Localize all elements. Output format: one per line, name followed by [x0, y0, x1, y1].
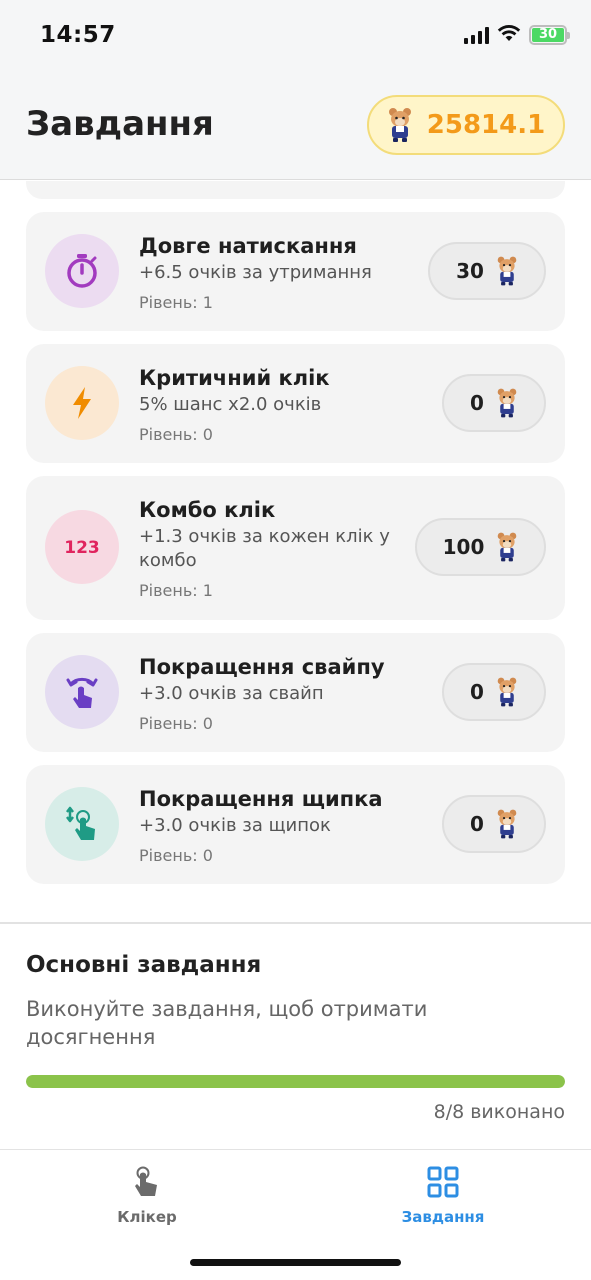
- upgrade-title: Покращення свайпу: [139, 655, 385, 679]
- stopwatch-icon: [45, 234, 119, 308]
- battery-level: 30: [538, 27, 558, 42]
- status-icons: 30: [464, 24, 570, 46]
- upgrade-description: +3.0 очків за свайп: [139, 683, 324, 704]
- status-time: 14:57: [40, 22, 116, 48]
- nav-tab-tasks[interactable]: Завдання: [373, 1166, 513, 1226]
- nav-label-tasks: Завдання: [401, 1208, 485, 1226]
- numbers-123-icon: 123: [45, 510, 119, 584]
- upgrade-title: Довге натискання: [139, 234, 357, 258]
- svg-text:123: 123: [64, 538, 100, 558]
- swipe-gesture-icon: [45, 655, 119, 729]
- hamster-coin-icon: [496, 386, 518, 420]
- wifi-icon: [497, 24, 521, 46]
- upgrade-level: Рівень: 0: [139, 714, 213, 733]
- battery-icon: 30: [529, 25, 570, 45]
- upgrade-cost: 100: [442, 535, 485, 559]
- upgrade-description: +3.0 очків за щипок: [139, 815, 331, 836]
- pinch-gesture-icon: [45, 787, 119, 861]
- upgrade-card-critical-click: Критичний клік 5% шанс x2.0 очків Рівень…: [26, 344, 565, 463]
- hamster-coin-icon: [387, 107, 413, 143]
- upgrade-level: Рівень: 1: [139, 293, 213, 312]
- nav-tab-clicker[interactable]: Клікер: [77, 1166, 217, 1226]
- upgrade-cost: 0: [470, 391, 484, 415]
- upgrade-title: Покращення щипка: [139, 787, 383, 811]
- hamster-coin-icon: [496, 254, 518, 288]
- hamster-coin-icon: [496, 675, 518, 709]
- hamster-coin-icon: [496, 530, 518, 564]
- upgrade-level: Рівень: 0: [139, 425, 213, 444]
- buy-upgrade-button[interactable]: 100: [415, 518, 546, 576]
- upgrade-description: +1.3 очків за кожен клік у комбо: [139, 526, 390, 571]
- upgrade-card-swipe: Покращення свайпу +3.0 очків за свайп Рі…: [26, 633, 565, 752]
- main-tasks-progress-fill: [26, 1075, 565, 1088]
- section-divider: [0, 922, 591, 924]
- grid-icon: [427, 1166, 459, 1202]
- main-tasks-description: Виконуйте завдання, щоб отримати досягне…: [26, 997, 428, 1049]
- buy-upgrade-button[interactable]: 0: [442, 663, 546, 721]
- balance-value: 25814.1: [426, 110, 546, 140]
- upgrade-cost: 30: [456, 259, 484, 283]
- main-tasks-progress-text: 8/8 виконано: [433, 1101, 565, 1123]
- upgrade-title: Критичний клік: [139, 366, 330, 390]
- hamster-coin-icon: [496, 807, 518, 841]
- upgrade-description: 5% шанс x2.0 очків: [139, 394, 322, 415]
- main-tasks-progress-bar: [26, 1075, 565, 1088]
- home-indicator[interactable]: [190, 1259, 401, 1266]
- buy-upgrade-button[interactable]: 0: [442, 795, 546, 853]
- previous-card-edge: [26, 181, 565, 199]
- balance-badge: 25814.1: [367, 95, 565, 155]
- upgrade-cost: 0: [470, 812, 484, 836]
- upgrade-description: +6.5 очків за утримання: [139, 262, 372, 283]
- main-tasks-title: Основні завдання: [26, 952, 262, 978]
- buy-upgrade-button[interactable]: 30: [428, 242, 546, 300]
- nav-label-clicker: Клікер: [117, 1208, 177, 1226]
- upgrade-level: Рівень: 0: [139, 846, 213, 865]
- upgrade-card-long-press: Довге натискання +6.5 очків за утримання…: [26, 212, 565, 331]
- top-header: 14:57 30 Завдання 25814.1: [0, 0, 591, 180]
- upgrade-level: Рівень: 1: [139, 581, 213, 600]
- upgrade-card-pinch: Покращення щипка +3.0 очків за щипок Рів…: [26, 765, 565, 884]
- upgrade-cost: 0: [470, 680, 484, 704]
- tap-hand-icon: [133, 1166, 161, 1202]
- upgrade-card-combo-click: 123 Комбо клік +1.3 очків за кожен клік …: [26, 476, 565, 620]
- upgrade-title: Комбо клік: [139, 498, 276, 522]
- cellular-signal-icon: [464, 26, 489, 44]
- buy-upgrade-button[interactable]: 0: [442, 374, 546, 432]
- lightning-icon: [45, 366, 119, 440]
- page-title: Завдання: [26, 104, 214, 144]
